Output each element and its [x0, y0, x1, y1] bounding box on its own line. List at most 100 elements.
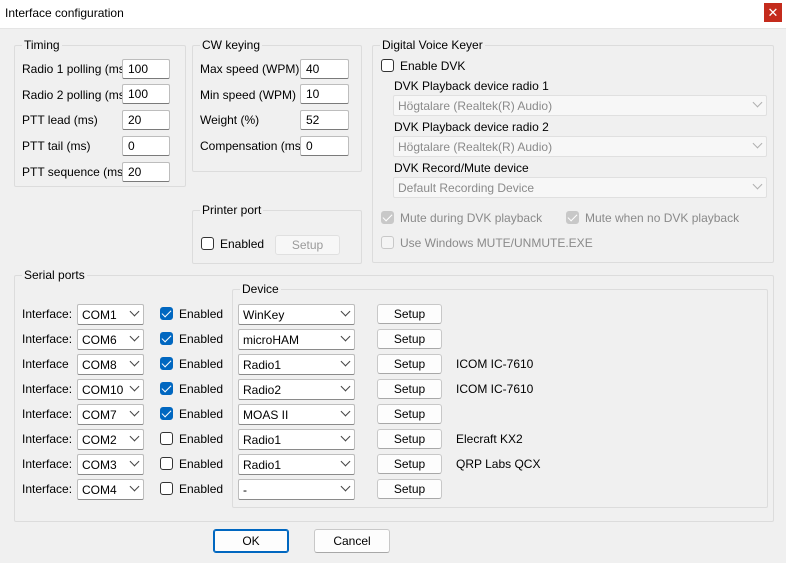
- device-select[interactable]: Radio2: [238, 379, 355, 400]
- chevron-down-icon: [129, 431, 140, 442]
- title-bar: Interface configuration ✕: [0, 0, 786, 29]
- device-setup-button[interactable]: Setup: [377, 429, 442, 449]
- com-port-select[interactable]: COM2: [77, 429, 144, 450]
- com-port-value: COM8: [82, 358, 117, 372]
- device-select[interactable]: -: [238, 479, 355, 500]
- radio2-polling-label: Radio 2 polling (ms): [22, 88, 129, 102]
- ptt-lead-input[interactable]: [122, 110, 170, 130]
- com-port-select[interactable]: COM4: [77, 479, 144, 500]
- device-setup-button[interactable]: Setup: [377, 329, 442, 349]
- compensation-label: Compensation (ms): [200, 139, 305, 153]
- com-port-select[interactable]: COM3: [77, 454, 144, 475]
- port-enabled-label: Enabled: [179, 357, 224, 371]
- dvk-playback1-select[interactable]: Högtalare (Realtek(R) Audio): [393, 95, 767, 116]
- com-port-select[interactable]: COM10: [77, 379, 144, 400]
- printer-setup-button[interactable]: Setup: [275, 235, 340, 255]
- com-port-value: COM1: [82, 308, 117, 322]
- device-select[interactable]: microHAM: [238, 329, 355, 350]
- mute-during-playback-label: Mute during DVK playback: [400, 211, 543, 225]
- radio1-polling-label: Radio 1 polling (ms): [22, 62, 129, 76]
- device-setup-button[interactable]: Setup: [377, 404, 442, 424]
- chevron-down-icon: [752, 179, 763, 190]
- compensation-input[interactable]: [300, 136, 349, 156]
- ptt-tail-input[interactable]: [122, 136, 170, 156]
- com-port-value: COM3: [82, 458, 117, 472]
- dvk-playback2-select[interactable]: Högtalare (Realtek(R) Audio): [393, 136, 767, 157]
- com-port-value: COM4: [82, 483, 117, 497]
- max-speed-input[interactable]: [300, 59, 349, 79]
- enable-dvk-label: Enable DVK: [400, 59, 466, 73]
- com-port-select[interactable]: COM6: [77, 329, 144, 350]
- device-setup-button[interactable]: Setup: [377, 479, 442, 499]
- chevron-down-icon: [752, 97, 763, 108]
- port-enabled-checkbox[interactable]: [160, 457, 173, 470]
- weight-input[interactable]: [300, 110, 349, 130]
- device-note: ICOM IC-7610: [456, 357, 534, 371]
- close-button[interactable]: ✕: [764, 3, 782, 22]
- ptt-lead-label: PTT lead (ms): [22, 113, 98, 127]
- device-select[interactable]: Radio1: [238, 454, 355, 475]
- timing-group-label: Timing: [22, 37, 62, 53]
- chevron-down-icon: [129, 381, 140, 392]
- radio1-polling-input[interactable]: [122, 59, 170, 79]
- interface-label: Interface:: [22, 482, 73, 496]
- ok-button[interactable]: OK: [213, 529, 289, 553]
- device-value: Radio1: [243, 458, 282, 472]
- port-enabled-checkbox[interactable]: [160, 432, 173, 445]
- com-port-select[interactable]: COM1: [77, 304, 144, 325]
- device-setup-button[interactable]: Setup: [377, 454, 442, 474]
- device-value: MOAS II: [243, 408, 289, 422]
- chevron-down-icon: [340, 431, 351, 442]
- ptt-sequence-label: PTT sequence (ms): [22, 165, 128, 179]
- com-port-value: COM10: [82, 383, 124, 397]
- chevron-down-icon: [340, 381, 351, 392]
- device-setup-button[interactable]: Setup: [377, 354, 442, 374]
- chevron-down-icon: [340, 356, 351, 367]
- interface-label: Interface:: [22, 332, 73, 346]
- device-value: Radio2: [243, 383, 282, 397]
- interface-label: Interface:: [22, 457, 73, 471]
- device-select[interactable]: Radio1: [238, 354, 355, 375]
- chevron-down-icon: [129, 456, 140, 467]
- enable-dvk-checkbox[interactable]: [381, 59, 394, 72]
- chevron-down-icon: [340, 331, 351, 342]
- min-speed-input[interactable]: [300, 84, 349, 104]
- cancel-button[interactable]: Cancel: [314, 529, 390, 553]
- port-enabled-checkbox[interactable]: [160, 482, 173, 495]
- dvk-playback1-value: Högtalare (Realtek(R) Audio): [398, 99, 553, 113]
- printer-enabled-checkbox[interactable]: [201, 237, 214, 250]
- dvk-playback2-label: DVK Playback device radio 2: [394, 120, 549, 134]
- mute-when-no-playback-checkbox[interactable]: [566, 211, 579, 224]
- device-setup-button[interactable]: Setup: [377, 379, 442, 399]
- device-value: microHAM: [243, 333, 299, 347]
- device-setup-button[interactable]: Setup: [377, 304, 442, 324]
- chevron-down-icon: [129, 331, 140, 342]
- device-value: WinKey: [243, 308, 285, 322]
- device-value: -: [243, 483, 247, 497]
- device-select[interactable]: MOAS II: [238, 404, 355, 425]
- dvk-record-select[interactable]: Default Recording Device: [393, 177, 767, 198]
- com-port-value: COM2: [82, 433, 117, 447]
- ptt-sequence-input[interactable]: [122, 162, 170, 182]
- interface-label: Interface:: [22, 382, 73, 396]
- device-select[interactable]: WinKey: [238, 304, 355, 325]
- port-enabled-checkbox[interactable]: [160, 332, 173, 345]
- chevron-down-icon: [129, 406, 140, 417]
- radio2-polling-input[interactable]: [122, 84, 170, 104]
- chevron-down-icon: [340, 306, 351, 317]
- interface-label: Interface:: [22, 432, 73, 446]
- port-enabled-checkbox[interactable]: [160, 357, 173, 370]
- com-port-value: COM7: [82, 408, 117, 422]
- port-enabled-label: Enabled: [179, 307, 224, 321]
- port-enabled-checkbox[interactable]: [160, 407, 173, 420]
- device-select[interactable]: Radio1: [238, 429, 355, 450]
- port-enabled-checkbox[interactable]: [160, 307, 173, 320]
- chevron-down-icon: [129, 356, 140, 367]
- dvk-playback2-value: Högtalare (Realtek(R) Audio): [398, 140, 553, 154]
- com-port-select[interactable]: COM7: [77, 404, 144, 425]
- device-value: Radio1: [243, 433, 282, 447]
- port-enabled-checkbox[interactable]: [160, 382, 173, 395]
- com-port-select[interactable]: COM8: [77, 354, 144, 375]
- mute-during-playback-checkbox[interactable]: [381, 211, 394, 224]
- use-windows-mute-checkbox[interactable]: [381, 236, 394, 249]
